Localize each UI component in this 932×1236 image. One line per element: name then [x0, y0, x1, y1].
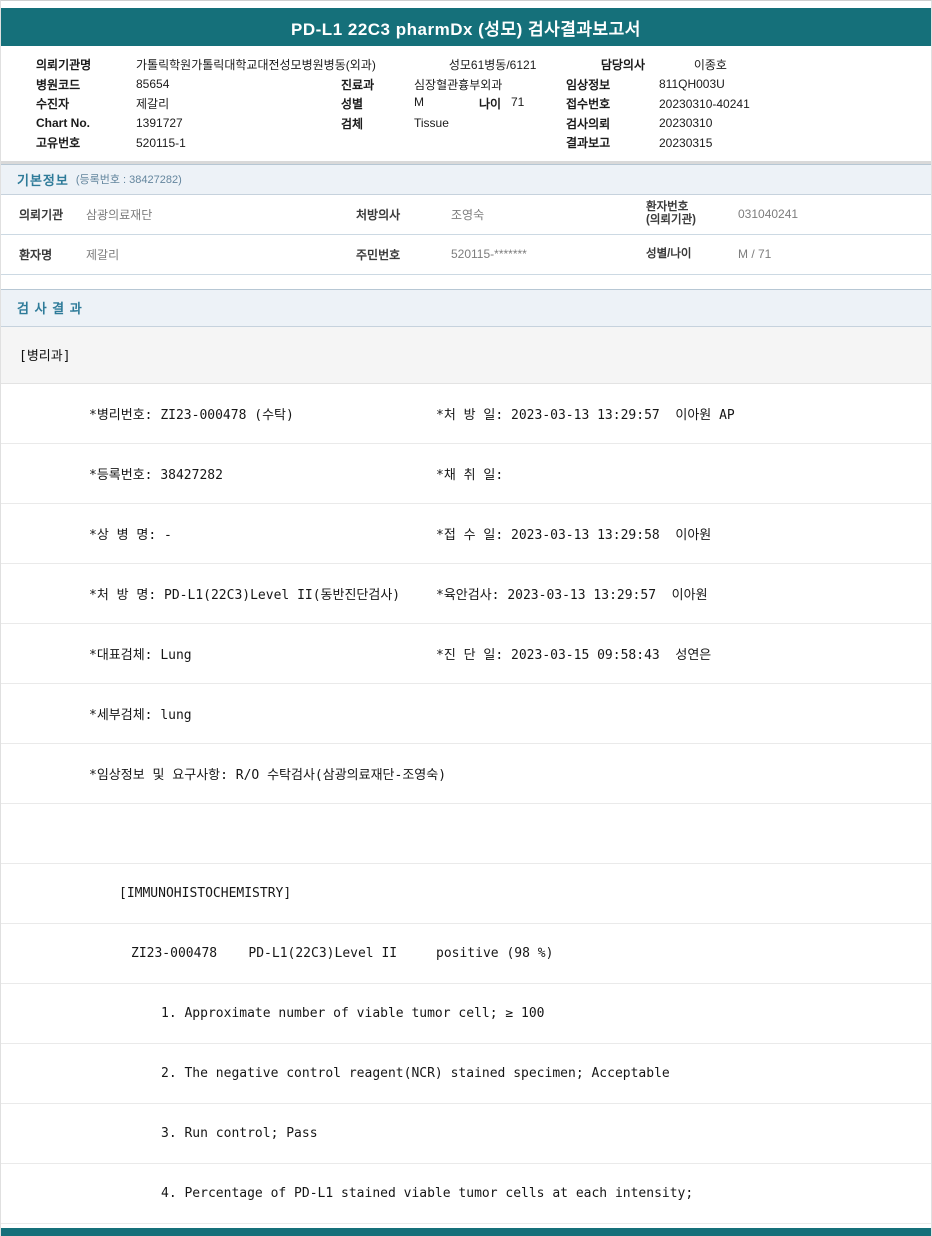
field-value: 이종호 [693, 58, 727, 73]
result-left-text: 4. Percentage of PD-L1 stained viable tu… [161, 1185, 694, 1201]
result-rows: *병리번호: ZI23-000478 (수탁) *처 방 일: 2023-03-… [1, 384, 931, 1224]
patient-header-row: 병원코드 85654 진료과 심장혈관흉부외과 임상정보 811QH003U [36, 75, 931, 95]
result-row: ZI23-000478 PD-L1(22C3)Level II positive… [1, 924, 931, 984]
field-label: 접수번호 [566, 97, 611, 112]
field-label: Chart No. [36, 116, 90, 131]
bottom-accent-bar [1, 1228, 931, 1236]
basic-info-section-header: 기본정보 (등록번호 : 38427282) [1, 163, 931, 195]
patient-header-row: Chart No. 1391727 검체 Tissue 검사의뢰 2023031… [36, 114, 931, 134]
cell-value: 031040241 [738, 207, 799, 221]
field-label: 고유번호 [36, 136, 81, 151]
field-label: 성별 [341, 97, 364, 112]
patient-header-row: 의뢰기관명 가톨릭학원가톨릭대학교대전성모병원병동(외과) 성모61병동/612… [36, 55, 931, 75]
results-section-header: 검 사 결 과 [1, 288, 931, 327]
field-value: 811QH003U [659, 77, 725, 92]
result-right-text: *육안검사: 2023-03-13 13:29:57 이아원 [436, 587, 708, 603]
patient-header: 의뢰기관명 가톨릭학원가톨릭대학교대전성모병원병동(외과) 성모61병동/612… [1, 46, 931, 161]
field-value: 20230315 [659, 135, 713, 150]
result-left-text: 2. The negative control reagent(NCR) sta… [161, 1065, 670, 1081]
cell-value: 520115-******* [451, 247, 527, 261]
basic-info-table: 의뢰기관 삼광의료재단 처방의사 조영숙 환자번호 (의뢰기관) 0310402… [1, 195, 931, 275]
result-row: *병리번호: ZI23-000478 (수탁) *처 방 일: 2023-03-… [1, 384, 931, 444]
cell-value: 삼광의료재단 [86, 207, 153, 222]
patient-header-row: 수진자 제갈리 성별 M 나이 71 접수번호 20230310-40241 [36, 94, 931, 114]
field-label: 검사의뢰 [566, 116, 611, 131]
result-left-text: ZI23-000478 PD-L1(22C3)Level II [131, 945, 398, 961]
result-left-text: [IMMUNOHISTOCHEMISTRY] [119, 885, 292, 901]
field-value: 20230310-40241 [659, 96, 750, 111]
field-value: Tissue [414, 116, 449, 131]
field-value: 제갈리 [136, 97, 170, 112]
result-right-text: *처 방 일: 2023-03-13 13:29:57 이아원 AP [436, 407, 735, 423]
column-label: 의뢰기관 [19, 207, 64, 222]
result-row: 2. The negative control reagent(NCR) sta… [1, 1044, 931, 1104]
field-label: 의뢰기관명 [36, 58, 92, 73]
field-label: 담당의사 [600, 58, 646, 73]
result-left-text: 1. Approximate number of viable tumor ce… [161, 1005, 545, 1021]
result-left-text: *상 병 명: - [89, 527, 172, 543]
column-label: 주민번호 [356, 247, 401, 262]
report-title-bar: PD-L1 22C3 pharmDx (성모) 검사결과보고서 [1, 8, 931, 46]
basic-info-registration-number: (등록번호 : 38427282) [75, 174, 182, 186]
result-row-empty [1, 804, 931, 864]
column-label: 환자번호 (의뢰기관) [646, 201, 696, 226]
result-right-text: *채 취 일: [436, 467, 504, 483]
table-row: 환자명 제갈리 주민번호 520115-******* 성별/나이 M / 71 [1, 235, 931, 275]
cell-value: 조영숙 [451, 207, 485, 222]
field-label: 병원코드 [36, 77, 81, 92]
result-right-text: positive (98 %) [436, 945, 554, 961]
department-band: [병리과] [1, 326, 931, 384]
result-row: 3. Run control; Pass [1, 1104, 931, 1164]
result-row: *대표검체: Lung *진 단 일: 2023-03-15 09:58:43 … [1, 624, 931, 684]
report-page: PD-L1 22C3 pharmDx (성모) 검사결과보고서 의뢰기관명 가톨… [0, 0, 932, 1236]
result-row: *상 병 명: - *접 수 일: 2023-03-13 13:29:58 이아… [1, 504, 931, 564]
field-value: 520115-1 [136, 135, 186, 150]
field-value: 성모61병동/6121 [448, 58, 537, 73]
field-label: 수진자 [36, 97, 70, 112]
result-right-text: *접 수 일: 2023-03-13 13:29:58 이아원 [436, 527, 712, 543]
field-value: 85654 [136, 77, 170, 92]
cell-value: M / 71 [738, 247, 772, 261]
result-left-text: *대표검체: Lung [89, 647, 192, 663]
basic-info-title: 기본정보 [17, 172, 69, 188]
result-row: *등록번호: 38427282 *채 취 일: [1, 444, 931, 504]
result-left-text: *임상정보 및 요구사항: R/O 수탁검사(삼광의료재단-조영숙) [89, 767, 447, 783]
patient-header-row: 고유번호 520115-1 결과보고 20230315 [36, 133, 931, 153]
result-left-text: *병리번호: ZI23-000478 (수탁) [89, 407, 294, 423]
results-title: 검 사 결 과 [17, 301, 83, 316]
field-label: 임상정보 [566, 77, 611, 92]
result-left-text: *처 방 명: PD-L1(22C3)Level II(동반진단검사) [89, 587, 401, 603]
field-value: 20230310 [659, 116, 713, 131]
sex-value: M [414, 95, 424, 110]
result-left-text: *등록번호: 38427282 [89, 467, 223, 483]
result-row: 1. Approximate number of viable tumor ce… [1, 984, 931, 1044]
field-label: 결과보고 [566, 136, 611, 151]
result-left-text: 3. Run control; Pass [161, 1125, 318, 1141]
cell-value: 제갈리 [86, 247, 120, 262]
report-title: PD-L1 22C3 pharmDx (성모) 검사결과보고서 [291, 19, 641, 39]
result-row: *세부검체: lung [1, 684, 931, 744]
field-value: 심장혈관흉부외과 [414, 77, 503, 92]
field-value: 1391727 [136, 116, 183, 131]
field-label: 진료과 [341, 77, 375, 92]
column-label: 성별/나이 [646, 247, 692, 260]
department-label: [병리과] [19, 349, 71, 364]
result-row: *처 방 명: PD-L1(22C3)Level II(동반진단검사) *육안검… [1, 564, 931, 624]
column-label: 처방의사 [356, 207, 401, 222]
age-label: 나이 [479, 97, 502, 112]
result-right-text: *진 단 일: 2023-03-15 09:58:43 성연은 [436, 647, 712, 663]
result-row: [IMMUNOHISTOCHEMISTRY] [1, 864, 931, 924]
table-row: 의뢰기관 삼광의료재단 처방의사 조영숙 환자번호 (의뢰기관) 0310402… [1, 195, 931, 235]
field-label: 검체 [341, 116, 364, 131]
sex-age-group: M 나이 71 [414, 95, 566, 112]
age-value: 71 [511, 95, 525, 110]
field-value: 가톨릭학원가톨릭대학교대전성모병원병동(외과) [136, 58, 376, 73]
column-label: 환자명 [19, 247, 53, 262]
result-row: 4. Percentage of PD-L1 stained viable tu… [1, 1164, 931, 1224]
result-left-text: *세부검체: lung [89, 707, 192, 723]
result-row: *임상정보 및 요구사항: R/O 수탁검사(삼광의료재단-조영숙) [1, 744, 931, 804]
